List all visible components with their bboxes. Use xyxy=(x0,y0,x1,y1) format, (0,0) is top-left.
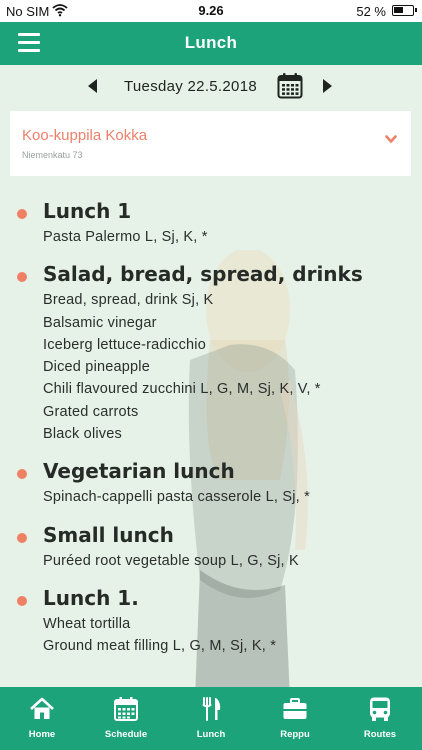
tab-label: Lunch xyxy=(196,729,226,740)
restaurant-name: Koo-kuppila Kokka xyxy=(22,127,148,144)
menu-section: Lunch 1 Pasta Palermo L, Sj, K, * xyxy=(0,196,422,248)
section-title: Small lunch xyxy=(43,522,174,547)
menu-section: Salad, bread, spread, drinks Bread, sprea… xyxy=(0,259,422,445)
tab-label: Reppu xyxy=(280,729,310,740)
menu-section: Small lunch Puréed root vegetable soup L,… xyxy=(0,520,422,572)
bus-icon xyxy=(370,697,390,721)
calendar-icon xyxy=(114,697,138,721)
section-title: Vegetarian lunch xyxy=(43,459,235,484)
section-title: Lunch 1. xyxy=(43,585,139,610)
menu-item: Diced pineapple xyxy=(43,359,150,376)
caret-left-icon[interactable] xyxy=(88,79,97,93)
tab-label: Home xyxy=(28,729,56,740)
fork-knife-icon xyxy=(202,697,221,721)
menu-item: Spinach-cappelli pasta casserole L, Sj, … xyxy=(43,489,310,506)
tab-label: Routes xyxy=(363,729,397,740)
bullet-icon xyxy=(17,595,27,606)
menu-section: Vegetarian lunch Spinach-cappelli pasta c… xyxy=(0,456,422,508)
restaurant-selector[interactable]: Koo-kuppila Kokka Niemenkatu 73 xyxy=(10,111,411,176)
bullet-icon xyxy=(17,272,27,283)
bullet-icon xyxy=(17,209,27,219)
app-header: Lunch xyxy=(0,22,422,65)
menu-item: Puréed root vegetable soup L, G, Sj, K xyxy=(43,552,299,569)
page-title: Lunch xyxy=(184,33,238,52)
section-title: Salad, bread, spread, drinks xyxy=(43,262,363,287)
date-label: Tuesday 22.5.2018 xyxy=(124,78,257,95)
menu-item: Ground meat filling L, G, M, Sj, K, * xyxy=(43,638,277,655)
menu-section: Lunch 1. Wheat tortilla Ground meat fillin… xyxy=(0,583,422,658)
bullet-icon xyxy=(17,469,27,480)
battery-level xyxy=(394,7,404,13)
tab-reppu[interactable]: Reppu xyxy=(253,687,337,750)
date-navigation: Tuesday 22.5.2018 xyxy=(0,65,422,109)
tab-label: Schedule xyxy=(104,729,148,740)
section-title: Lunch 1 xyxy=(43,199,132,223)
tab-routes[interactable]: Routes xyxy=(338,687,422,750)
home-icon xyxy=(30,697,54,719)
battery-percent: 52 % xyxy=(356,4,386,19)
tab-lunch[interactable]: Lunch xyxy=(169,687,253,750)
menu-item: Bread, spread, drink Sj, K xyxy=(43,292,214,309)
bullet-icon xyxy=(17,532,27,543)
menu-item: Chili flavoured zucchini L, G, M, Sj, K,… xyxy=(43,381,321,398)
lunch-menu: Lunch 1 Pasta Palermo L, Sj, K, * Salad, b… xyxy=(0,196,422,658)
menu-item: Grated carrots xyxy=(43,403,139,420)
menu-item: Wheat tortilla xyxy=(43,615,131,632)
menu-item: Balsamic vinegar xyxy=(43,314,157,331)
tab-bar: Home Schedule Lunch Reppu Routes xyxy=(0,687,422,750)
tab-schedule[interactable]: Schedule xyxy=(84,687,168,750)
calendar-icon[interactable] xyxy=(277,72,303,99)
briefcase-icon xyxy=(283,698,307,719)
restaurant-address: Niemenkatu 73 xyxy=(22,150,83,160)
status-bar: No SIM 9.26 52 % xyxy=(0,0,422,22)
tab-home[interactable]: Home xyxy=(0,687,84,750)
menu-item: Pasta Palermo L, Sj, K, * xyxy=(43,229,208,245)
chevron-down-icon xyxy=(385,135,397,143)
battery-icon xyxy=(392,5,417,16)
hamburger-menu-icon[interactable] xyxy=(18,33,42,53)
menu-item: Iceberg lettuce-radicchio xyxy=(43,336,206,353)
menu-item: Black olives xyxy=(43,426,122,443)
caret-right-icon[interactable] xyxy=(323,79,332,93)
